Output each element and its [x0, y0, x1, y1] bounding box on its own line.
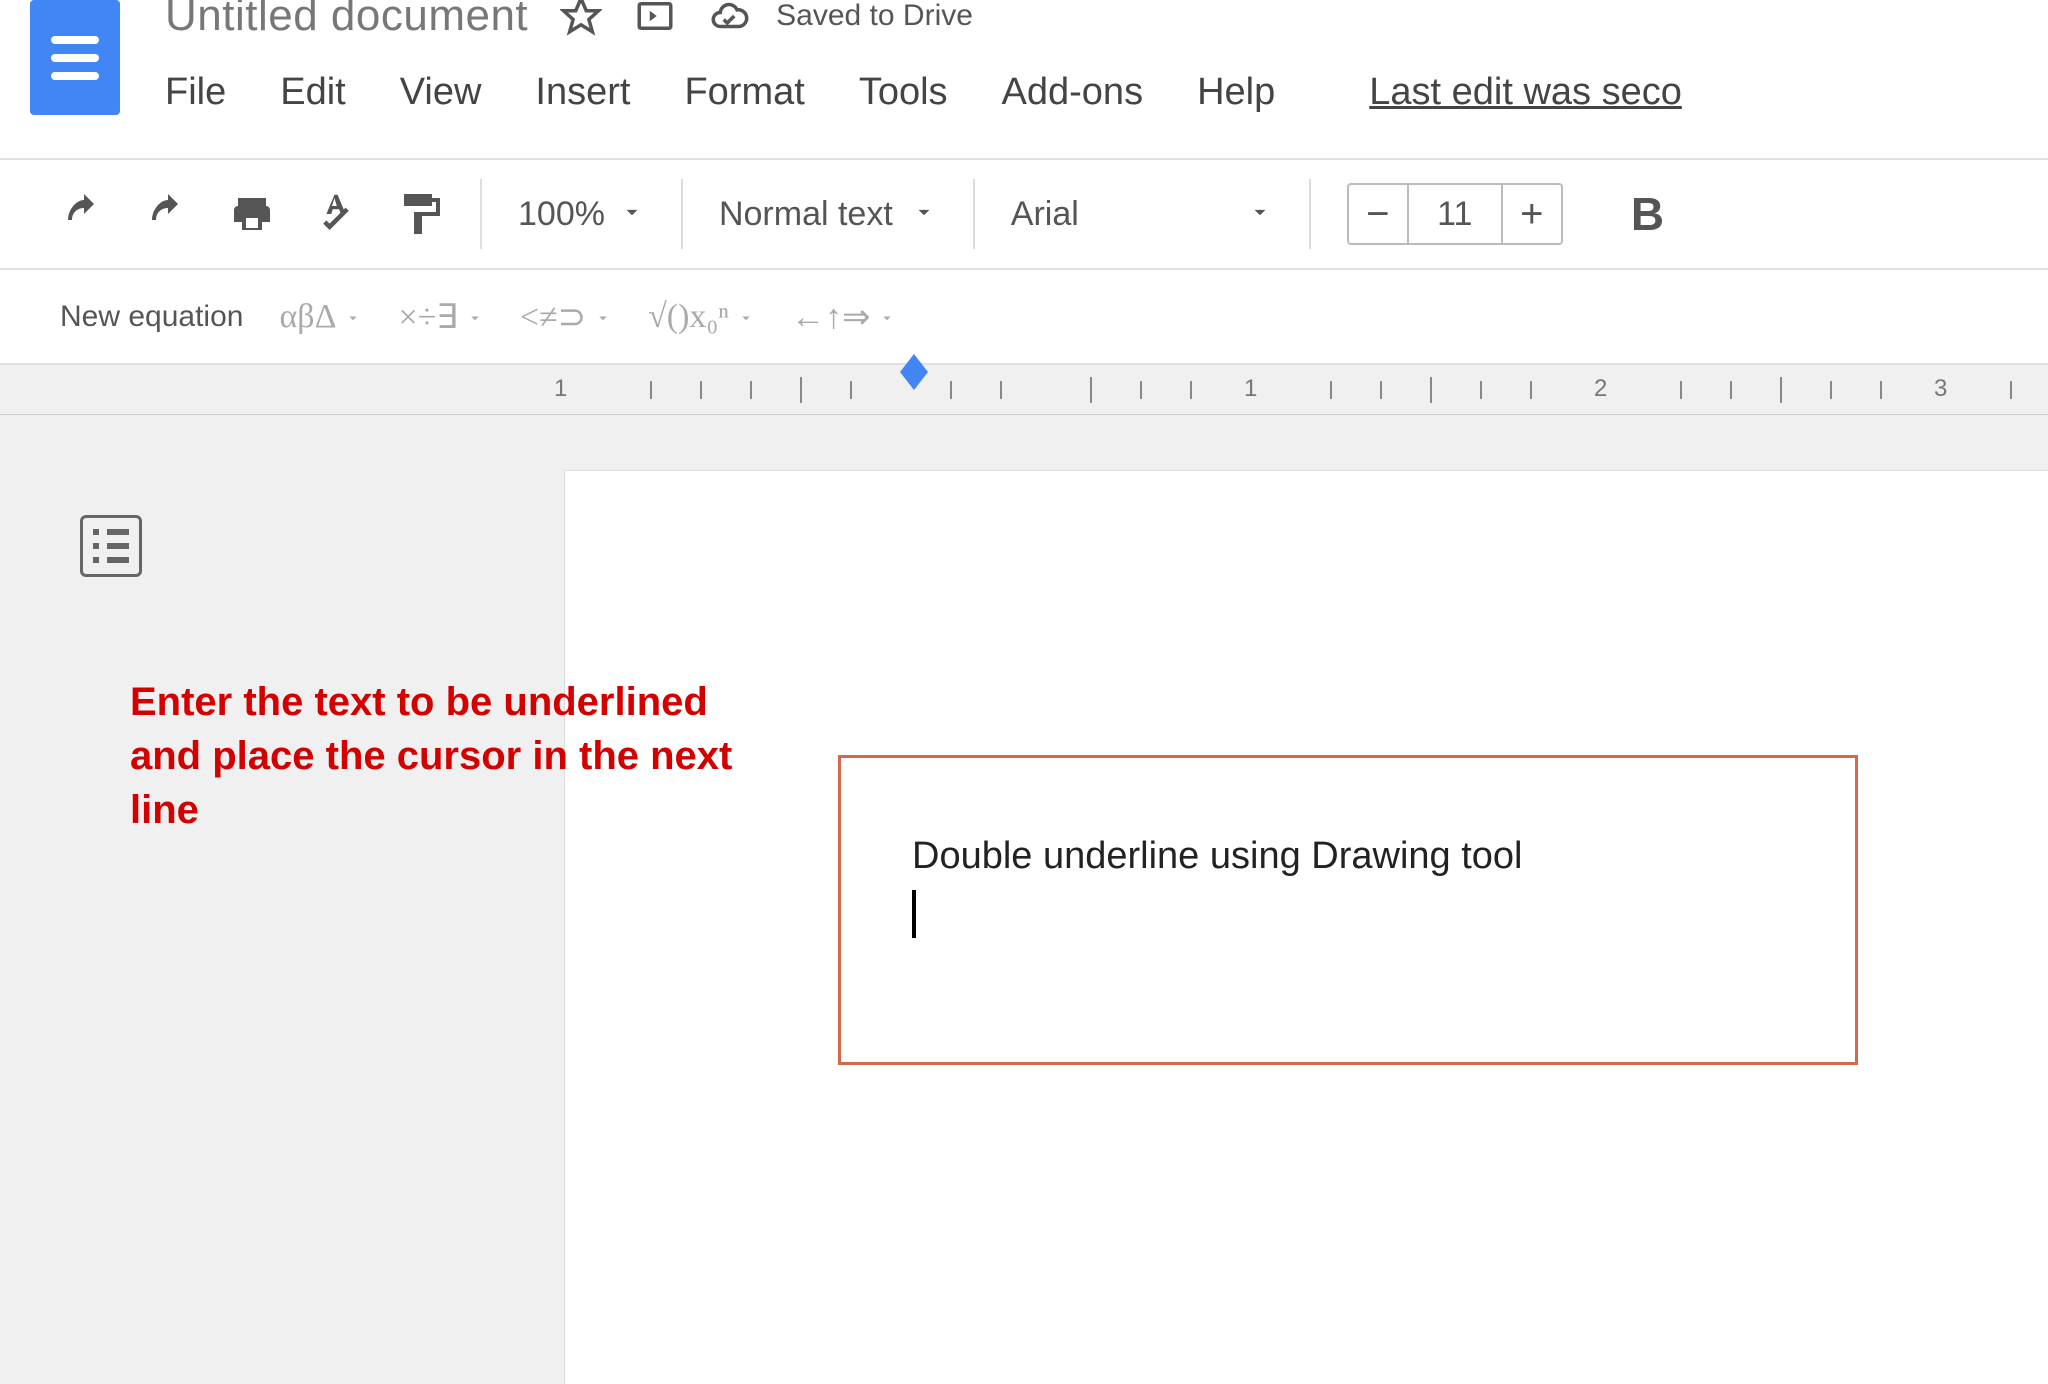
horizontal-ruler[interactable]: 1 1 2 3 [0, 365, 2048, 415]
menu-bar: File Edit View Insert Format Tools Add-o… [165, 71, 1682, 114]
text-cursor [912, 890, 916, 938]
chevron-down-icon [911, 195, 937, 234]
ruler-tick-3: 3 [1934, 375, 1947, 403]
docs-logo[interactable] [30, 0, 120, 115]
chevron-down-icon [1247, 195, 1273, 234]
ruler-tick-2: 2 [1594, 375, 1607, 403]
document-outline-icon[interactable] [80, 515, 142, 577]
redo-icon[interactable] [144, 190, 192, 238]
menu-help[interactable]: Help [1197, 71, 1275, 114]
spellcheck-icon[interactable] [312, 190, 360, 238]
eq-math-label: √()x₀ⁿ [648, 298, 729, 336]
eq-ops-dropdown[interactable]: ×÷∃ [398, 297, 483, 337]
ruler-tick-1-left: 1 [554, 375, 567, 403]
last-edit-link[interactable]: Last edit was seco [1369, 71, 1682, 114]
chevron-down-icon [466, 298, 484, 336]
eq-arrows-label: ←↑⇒ [791, 297, 871, 337]
font-size-stepper: − 11 + [1347, 183, 1563, 245]
menu-edit[interactable]: Edit [280, 71, 345, 114]
undo-icon[interactable] [60, 190, 108, 238]
menu-format[interactable]: Format [684, 71, 804, 114]
cloud-saved-icon[interactable] [708, 0, 750, 37]
menu-file[interactable]: File [165, 71, 226, 114]
chevron-down-icon [344, 298, 362, 336]
paragraph-style-value: Normal text [719, 195, 893, 234]
zoom-dropdown[interactable]: 100% [518, 195, 645, 234]
print-icon[interactable] [228, 190, 276, 238]
eq-ops-label: ×÷∃ [398, 297, 457, 337]
eq-greek-dropdown[interactable]: αβΔ [279, 298, 362, 336]
app-header: Untitled document Saved to Drive File Ed… [0, 0, 2048, 160]
bold-button[interactable]: B [1631, 187, 1664, 241]
paragraph-style-dropdown[interactable]: Normal text [719, 195, 937, 234]
saved-status: Saved to Drive [776, 0, 973, 33]
document-title[interactable]: Untitled document [165, 0, 528, 41]
document-body-text[interactable]: Double underline using Drawing tool [912, 835, 1523, 878]
font-dropdown[interactable]: Arial [1011, 195, 1273, 234]
eq-greek-label: αβΔ [279, 298, 336, 336]
menu-tools[interactable]: Tools [859, 71, 948, 114]
new-equation-button[interactable]: New equation [60, 300, 243, 334]
eq-relations-dropdown[interactable]: <≠⊃ [520, 297, 612, 337]
font-size-decrease[interactable]: − [1349, 185, 1407, 243]
eq-math-dropdown[interactable]: √()x₀ⁿ [648, 298, 755, 336]
menu-view[interactable]: View [400, 71, 482, 114]
move-icon[interactable] [634, 0, 676, 37]
eq-arrows-dropdown[interactable]: ←↑⇒ [791, 297, 897, 337]
chevron-down-icon [594, 298, 612, 336]
main-toolbar: 100% Normal text Arial − 11 + B [0, 160, 2048, 270]
zoom-value: 100% [518, 195, 605, 234]
menu-addons[interactable]: Add-ons [1002, 71, 1144, 114]
font-size-increase[interactable]: + [1503, 185, 1561, 243]
annotation-text: Enter the text to be underlined and plac… [130, 675, 790, 837]
font-value: Arial [1011, 195, 1079, 234]
ruler-tick-1: 1 [1244, 375, 1257, 403]
equation-toolbar: New equation αβΔ ×÷∃ <≠⊃ √()x₀ⁿ ←↑⇒ [0, 270, 2048, 365]
font-size-value[interactable]: 11 [1407, 185, 1503, 243]
menu-insert[interactable]: Insert [535, 71, 630, 114]
star-icon[interactable] [560, 0, 602, 37]
eq-relations-label: <≠⊃ [520, 297, 586, 337]
paint-format-icon[interactable] [396, 190, 444, 238]
chevron-down-icon [878, 298, 896, 336]
editor-canvas: Enter the text to be underlined and plac… [0, 415, 2048, 1384]
chevron-down-icon [619, 195, 645, 234]
annotation-highlight-box [838, 755, 1858, 1065]
chevron-down-icon [737, 298, 755, 336]
